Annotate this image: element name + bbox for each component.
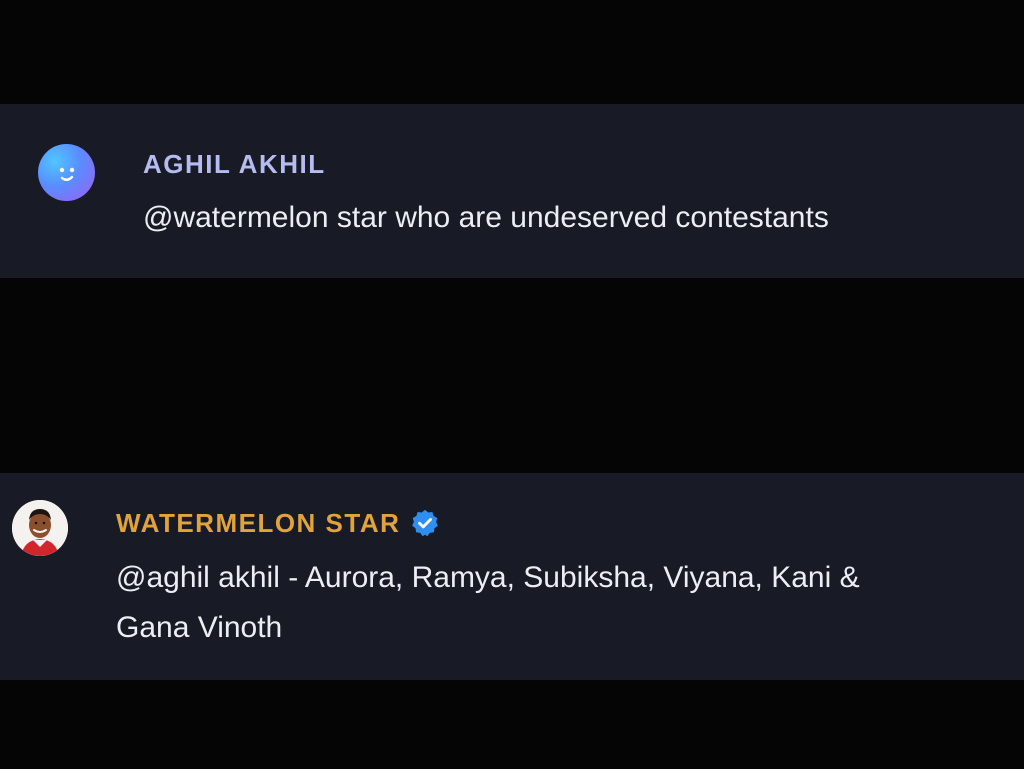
comment-card: WATERMELON STAR @aghil akhil - Aurora, R…: [0, 473, 1024, 680]
comment-author[interactable]: WATERMELON STAR: [116, 508, 440, 539]
screenshot-canvas: AGHIL AKHIL @watermelon star who are und…: [0, 0, 1024, 769]
comment-text: @aghil akhil - Aurora, Ramya, Subiksha, …: [116, 553, 860, 653]
user-mention[interactable]: @watermelon star: [143, 201, 387, 234]
comment-card: AGHIL AKHIL @watermelon star who are und…: [0, 104, 1024, 278]
comment-text-line-2: Gana Vinoth: [116, 611, 283, 644]
comment-author[interactable]: AGHIL AKHIL: [143, 149, 326, 180]
author-name: WATERMELON STAR: [116, 508, 401, 538]
smiley-face-icon: [59, 167, 75, 181]
smiley-face-avatar-icon[interactable]: [38, 144, 95, 201]
comment-text-line-1: - Aurora, Ramya, Subiksha, Viyana, Kani …: [279, 561, 860, 594]
comment-text: @watermelon star who are undeserved cont…: [143, 193, 829, 243]
comment-text-body: who are undeserved contestants: [386, 201, 829, 234]
user-photo-avatar[interactable]: [12, 500, 68, 556]
user-mention[interactable]: @aghil akhil: [116, 561, 280, 594]
verified-check-badge-icon: [412, 510, 439, 537]
person-photo-icon: [12, 500, 68, 556]
